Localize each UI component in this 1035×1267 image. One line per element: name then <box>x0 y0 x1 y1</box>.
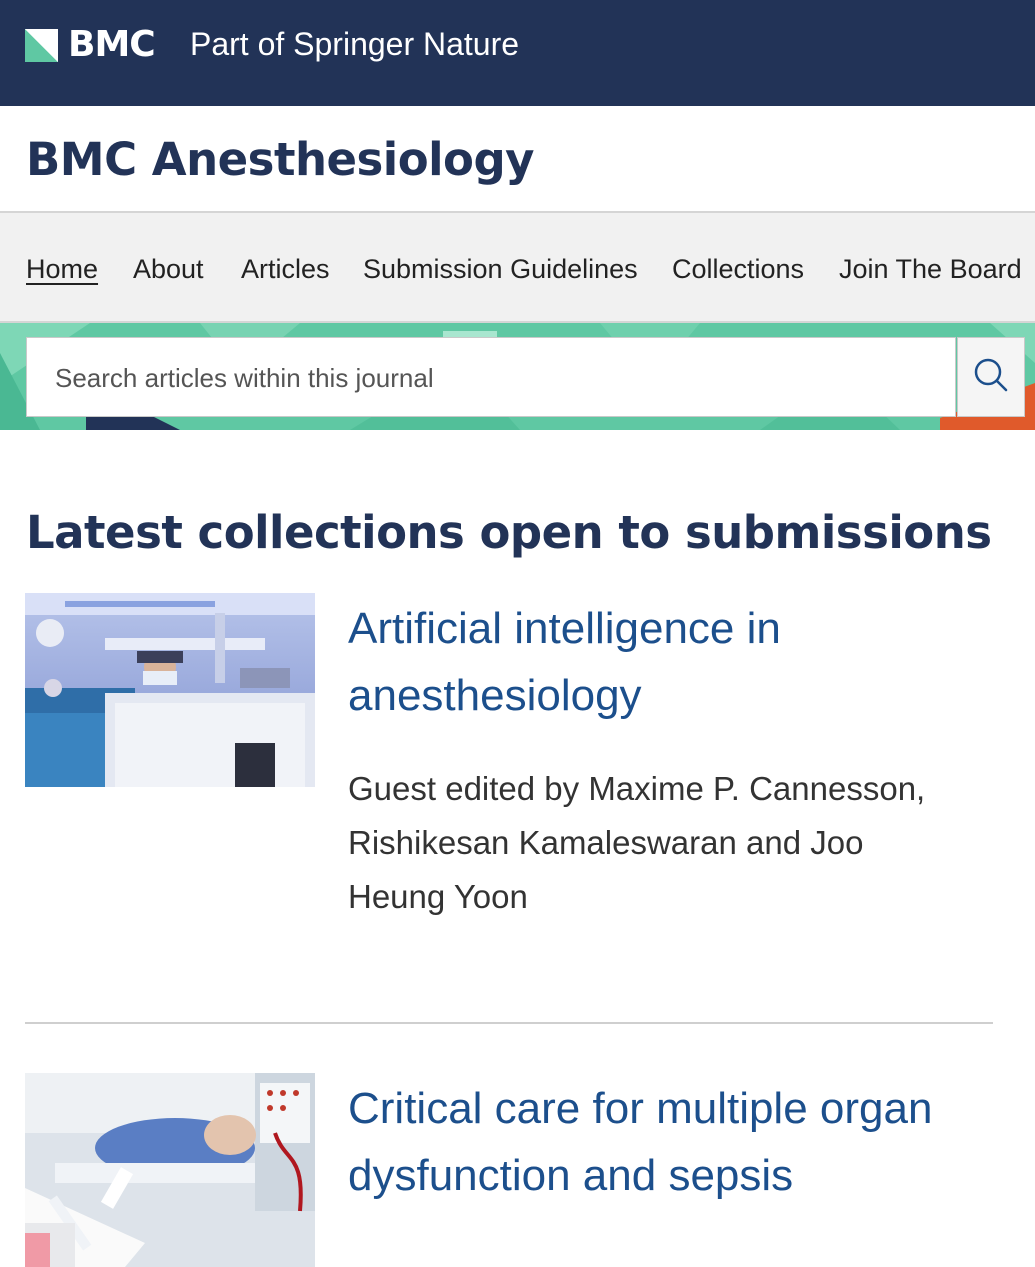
logo-text: BMC <box>68 24 156 65</box>
nav-item-about[interactable]: About <box>133 251 204 287</box>
intensive-care-photo <box>25 1073 315 1267</box>
site-header: BMC Part of Springer Nature <box>0 0 1035 106</box>
nav-item-home[interactable]: Home <box>26 251 98 287</box>
journal-nav: Home About Articles Submission Guideline… <box>0 213 1035 323</box>
search-icon <box>973 357 1009 398</box>
collection-title-2[interactable]: Critical care for multiple organ dysfunc… <box>348 1075 1008 1209</box>
collection-title-1[interactable]: Artificial intelligence in anesthesiolog… <box>348 595 1008 729</box>
search-banner: Search articles within this journal <box>0 323 1035 430</box>
springer-nature-tagline[interactable]: Part of Springer Nature <box>190 24 519 64</box>
collection-image-1[interactable] <box>25 593 315 787</box>
search-input[interactable]: Search articles within this journal <box>26 337 956 417</box>
collection-editors-1: Guest edited by Maxime P. Cannesson, Ris… <box>348 770 926 915</box>
bmc-logo-icon <box>25 28 58 62</box>
search-button[interactable] <box>957 337 1025 417</box>
section-title: Latest collections open to submissions <box>26 506 992 559</box>
bmc-logo[interactable]: BMC <box>25 24 156 65</box>
journal-title[interactable]: BMC Anesthesiology <box>26 134 535 186</box>
operating-room-photo <box>25 593 315 787</box>
collection-divider <box>25 1022 993 1024</box>
nav-item-articles[interactable]: Articles <box>241 251 330 287</box>
nav-item-submission-guidelines[interactable]: Submission Guidelines <box>363 251 638 287</box>
nav-item-join-the-board[interactable]: Join The Board <box>839 251 1022 287</box>
collection-image-2[interactable] <box>25 1073 315 1267</box>
nav-item-collections[interactable]: Collections <box>672 251 804 287</box>
journal-header: BMC Anesthesiology <box>0 106 1035 213</box>
